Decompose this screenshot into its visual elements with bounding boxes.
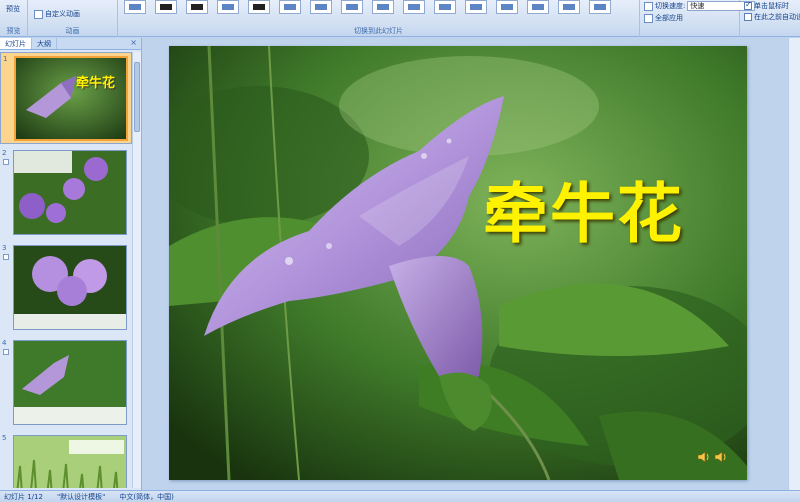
slide-thumb-5[interactable]: 5 [0, 432, 132, 488]
ribbon: 预览 预览 自定义动画 动画 切换到此幻灯片 切换速度: 快速 全部应用 ✓ 单… [0, 0, 800, 37]
speed-row: 切换速度: 快速 [644, 1, 756, 11]
on-click-label: 单击鼠标时 [754, 2, 789, 10]
on-click-option[interactable]: 单击鼠标时 [744, 0, 789, 11]
status-slide-count: 幻灯片 1/12 [4, 492, 43, 501]
auto-after-label: 在此之前自动设 [754, 13, 800, 21]
thumb-image [14, 151, 126, 234]
slide-panel: 幻灯片 大纲 × 1 牵牛花 2 3 4 5 [0, 38, 142, 490]
transition-thumb-11[interactable] [434, 0, 456, 14]
transition-thumb-12[interactable] [465, 0, 487, 14]
slide-number: 4 [2, 339, 7, 347]
status-bar: 幻灯片 1/12 "默认设计模板" 中文(简体，中国) [0, 490, 800, 502]
slide-thumbnail [13, 150, 127, 235]
slide-list-scrollbar[interactable] [132, 52, 141, 488]
transition-thumb-5[interactable] [248, 0, 270, 14]
tab-slides[interactable]: 幻灯片 [0, 38, 32, 49]
group-transition-options: 切换速度: 快速 全部应用 [640, 0, 756, 37]
slide-list: 1 牵牛花 2 3 4 5 [0, 52, 132, 488]
transition-thumb-7[interactable] [310, 0, 332, 14]
speaker-icon[interactable] [714, 450, 728, 464]
auto-after-checkbox[interactable] [744, 13, 752, 21]
transition-thumb-13[interactable] [496, 0, 518, 14]
slide-number: 2 [2, 149, 7, 157]
group-animation-label: 动画 [65, 27, 80, 35]
transition-thumb-4[interactable] [217, 0, 239, 14]
transition-gallery [120, 0, 640, 16]
slide-number: 5 [2, 434, 7, 442]
status-language: 中文(简体，中国) [119, 492, 174, 501]
preview-button[interactable]: 预览 [6, 4, 20, 14]
speaker-icon[interactable] [697, 450, 711, 464]
transition-thumb-14[interactable] [527, 0, 549, 14]
group-preview-label: 预览 [6, 27, 21, 35]
slide-number: 3 [2, 244, 7, 252]
speed-label: 切换速度: [655, 2, 686, 10]
transition-thumb-3[interactable] [186, 0, 208, 14]
sound-controls [697, 450, 728, 464]
transition-thumb-16[interactable] [589, 0, 611, 14]
speed-icon [644, 1, 653, 11]
group-advance: 单击鼠标时 在此之前自动设 [740, 0, 800, 37]
thumb-image [16, 58, 126, 139]
thumb-image [14, 436, 126, 488]
transition-thumb-15[interactable] [558, 0, 580, 14]
animation-marker-icon [3, 254, 9, 260]
transition-thumb-1[interactable] [124, 0, 146, 14]
thumb-image [14, 341, 126, 424]
slide-thumb-2[interactable]: 2 [0, 147, 132, 239]
transition-thumb-10[interactable] [403, 0, 425, 14]
group-transition-label: 切换到此幻灯片 [354, 27, 403, 35]
slide-number: 1 [3, 55, 8, 63]
transition-thumb-9[interactable] [372, 0, 394, 14]
auto-after-option[interactable]: 在此之前自动设 [744, 12, 800, 22]
thumb-image [14, 246, 126, 329]
canvas-scrollbar[interactable] [788, 38, 800, 490]
thumb-title: 牵牛花 [76, 76, 116, 91]
group-animation: 自定义动画 动画 [28, 0, 118, 37]
apply-all-button[interactable]: 全部应用 [644, 13, 683, 23]
slide-canvas: 牵牛花 [143, 38, 800, 490]
animation-marker-icon [3, 159, 9, 165]
transition-thumb-6[interactable] [279, 0, 301, 14]
apply-all-label: 全部应用 [655, 14, 683, 22]
slide-thumbnail [13, 435, 127, 488]
custom-animation-button[interactable]: 自定义动画 [34, 9, 80, 19]
custom-animation-label: 自定义动画 [45, 10, 80, 18]
group-transition: 切换到此幻灯片 [118, 0, 640, 37]
on-click-checkbox[interactable] [744, 0, 752, 10]
slide-thumb-4[interactable]: 4 [0, 337, 132, 429]
apply-all-icon [644, 13, 653, 23]
slide-thumbnail [13, 340, 127, 425]
tab-outline[interactable]: 大纲 [32, 38, 57, 49]
slide-title[interactable]: 牵牛花 [483, 161, 684, 255]
slide-thumbnail [13, 245, 127, 330]
slide-thumb-1[interactable]: 1 牵牛花 [0, 52, 132, 144]
current-slide[interactable]: 牵牛花 [169, 46, 747, 480]
slide-thumb-3[interactable]: 3 [0, 242, 132, 334]
slide-background-image [169, 46, 747, 480]
close-icon[interactable]: × [126, 38, 141, 49]
transition-thumb-2[interactable] [155, 0, 177, 14]
slide-thumbnail: 牵牛花 [14, 56, 128, 141]
animation-icon [34, 9, 43, 19]
preview-label: 预览 [6, 5, 20, 13]
animation-marker-icon [3, 349, 9, 355]
panel-tabs: 幻灯片 大纲 × [0, 38, 141, 50]
status-theme: "默认设计模板" [56, 492, 106, 501]
scroll-thumb[interactable] [134, 62, 140, 132]
group-preview: 预览 预览 [0, 0, 28, 37]
transition-thumb-8[interactable] [341, 0, 363, 14]
